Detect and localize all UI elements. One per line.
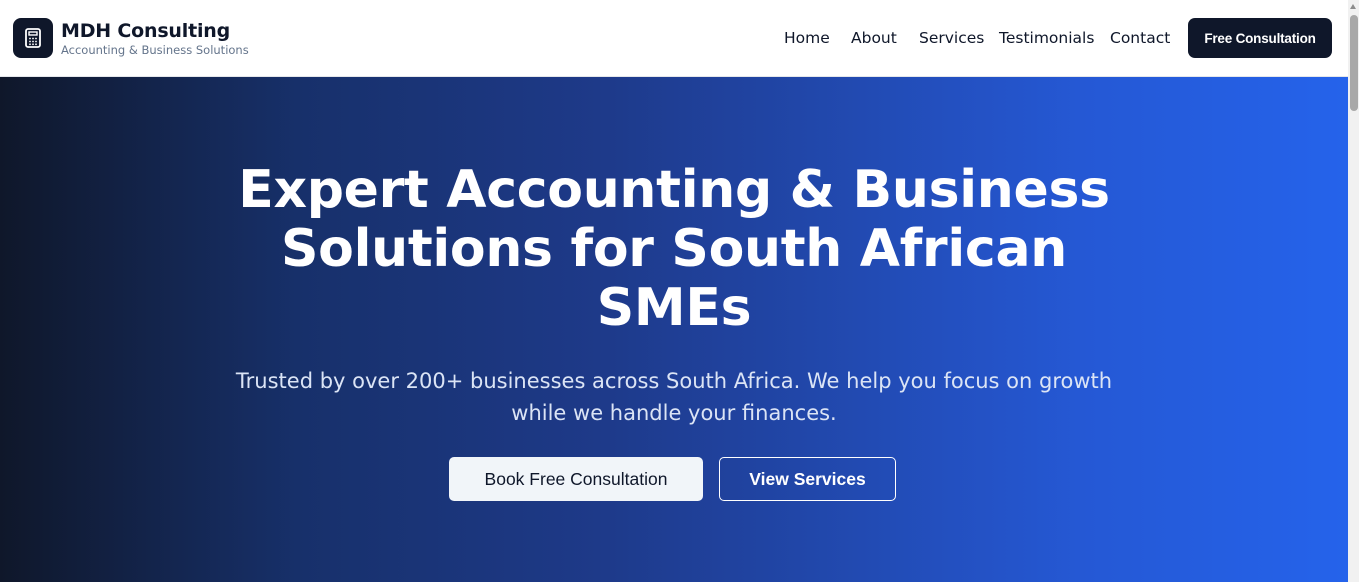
book-free-consultation-button[interactable]: Book Free Consultation <box>449 457 703 501</box>
scrollbar-thumb[interactable] <box>1350 15 1358 111</box>
nav-link-home[interactable]: Home <box>784 28 830 48</box>
hero-title: Expert Accounting & Business Solutions f… <box>174 161 1174 338</box>
hero-subtitle-line-2: while we handle your finances. <box>511 401 837 425</box>
brand-tagline: Accounting & Business Solutions <box>61 42 249 57</box>
scroll-up-arrow-icon[interactable] <box>1350 4 1356 9</box>
hero-section: Expert Accounting & Business Solutions f… <box>0 77 1348 582</box>
nav-link-services[interactable]: Services <box>919 28 984 48</box>
hero-title-line-2: Solutions for South African <box>281 219 1067 279</box>
free-consultation-button[interactable]: Free Consultation <box>1188 18 1332 58</box>
nav-link-contact[interactable]: Contact <box>1110 28 1170 48</box>
calculator-icon <box>13 18 53 58</box>
nav-link-testimonials[interactable]: Testimonials <box>999 28 1094 48</box>
hero-subtitle: Trusted by over 200+ businesses across S… <box>214 365 1134 429</box>
brand[interactable]: MDH Consulting Accounting & Business Sol… <box>13 18 249 58</box>
hero-title-line-1: Expert Accounting & Business <box>238 160 1110 220</box>
nav-link-about[interactable]: About <box>851 28 897 48</box>
page: MDH Consulting Accounting & Business Sol… <box>0 0 1359 582</box>
page-scrollbar[interactable] <box>1348 0 1359 582</box>
view-services-button[interactable]: View Services <box>719 457 896 501</box>
brand-text: MDH Consulting Accounting & Business Sol… <box>61 19 249 58</box>
hero-title-line-3: SMEs <box>596 278 752 338</box>
brand-name: MDH Consulting <box>61 19 230 42</box>
hero-subtitle-line-1: Trusted by over 200+ businesses across S… <box>235 369 1113 393</box>
site-header: MDH Consulting Accounting & Business Sol… <box>0 0 1348 77</box>
